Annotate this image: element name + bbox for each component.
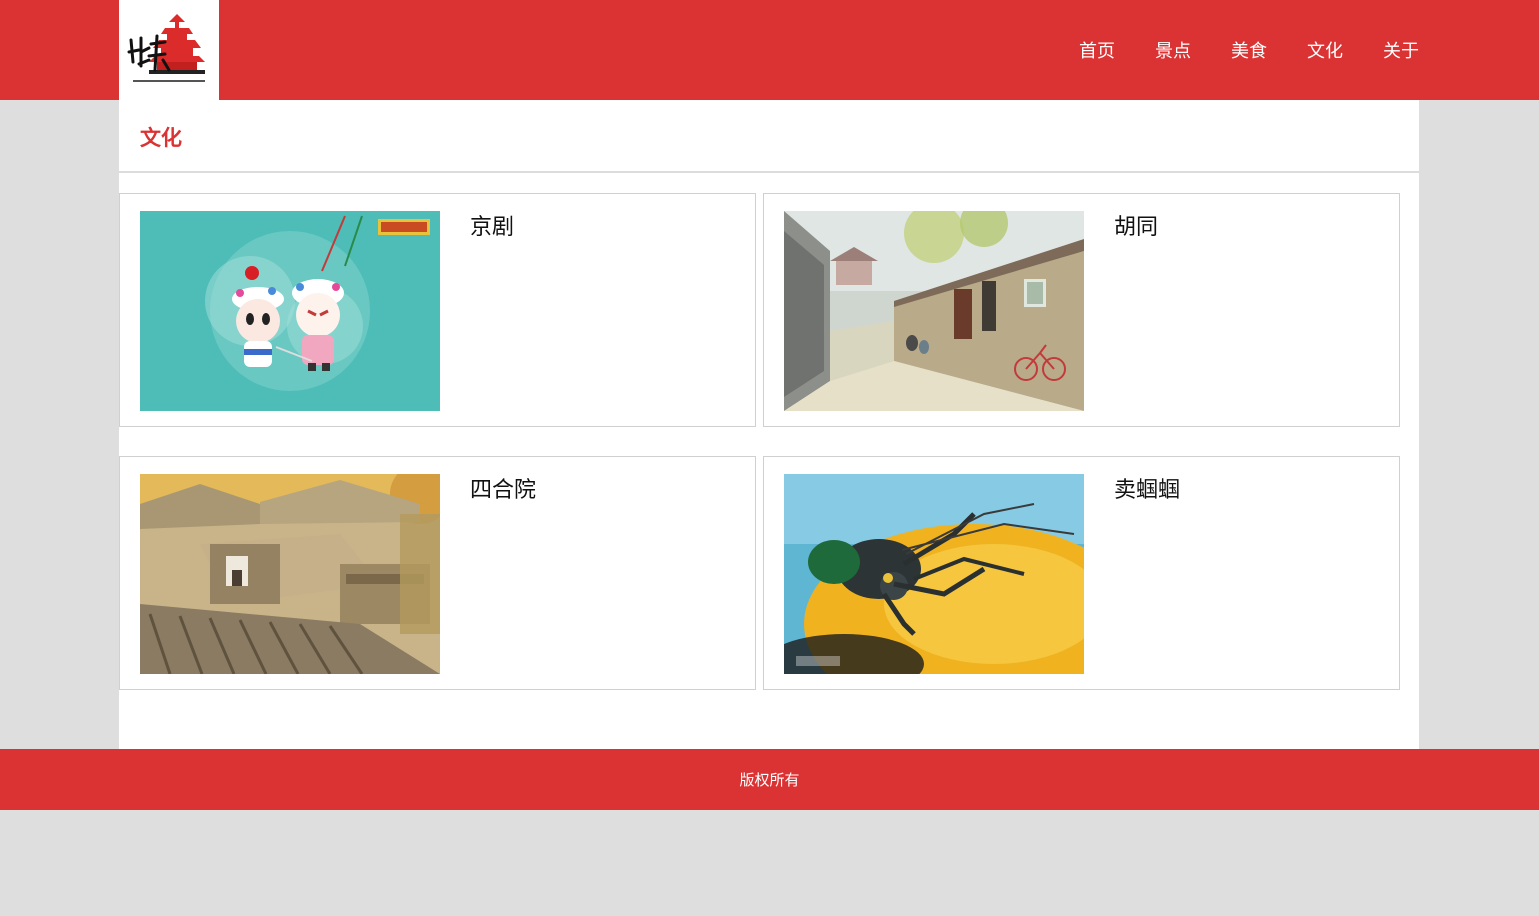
card-title[interactable]: 四合院 [470,472,536,504]
culture-card-hutong[interactable]: 胡同 [763,193,1400,427]
peking-opera-illustration-icon [140,211,440,411]
card-title[interactable]: 卖蝈蝈 [1114,472,1180,504]
culture-card-siheyuan[interactable]: 四合院 [119,456,756,690]
nav-item-attractions[interactable]: 景点 [1155,37,1191,63]
card-image[interactable] [140,211,440,411]
nav-item-home[interactable]: 首页 [1079,37,1115,63]
katydid-on-gourd-photo-icon [784,474,1084,674]
culture-card-katydid[interactable]: 卖蝈蝈 [763,456,1400,690]
site-logo[interactable] [119,0,219,100]
culture-card-opera[interactable]: 京剧 [119,193,756,427]
section-title: 文化 [140,126,182,150]
main-nav: 首页 景点 美食 文化 关于 [1039,0,1419,100]
site-footer: 版权所有 [0,749,1539,810]
card-title[interactable]: 胡同 [1114,209,1158,241]
card-title[interactable]: 京剧 [470,209,514,241]
card-image[interactable] [140,474,440,674]
nav-item-culture[interactable]: 文化 [1307,37,1343,63]
site-header: 首页 景点 美食 文化 关于 [0,0,1539,100]
siheyuan-courtyard-photo-icon [140,474,440,674]
section-header: 文化 [119,100,1419,173]
beijing-temple-logo-icon [127,14,205,82]
content-panel: 文化 京剧 胡同 四合院 卖蝈蝈 [119,100,1419,749]
card-image[interactable] [784,474,1084,674]
card-image[interactable] [784,211,1084,411]
nav-item-about[interactable]: 关于 [1383,37,1419,63]
copyright-text: 版权所有 [739,771,800,789]
hutong-alley-painting-icon [784,211,1084,411]
nav-item-food[interactable]: 美食 [1231,37,1267,63]
